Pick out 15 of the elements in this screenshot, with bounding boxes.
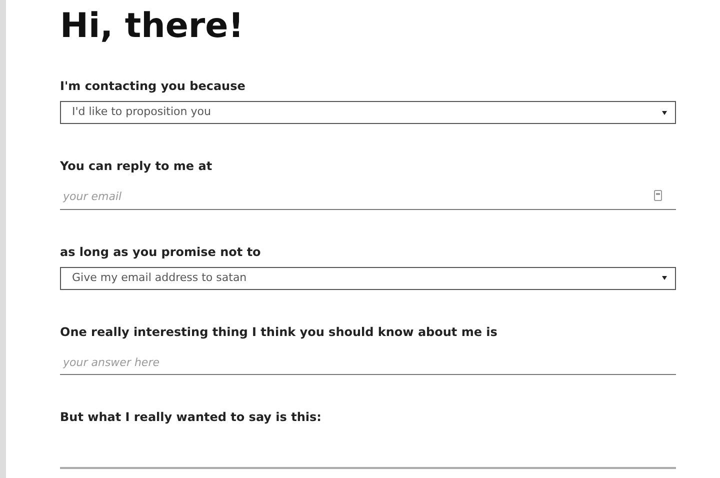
field-label: as long as you promise not to — [60, 244, 262, 260]
input-field[interactable]: your answer here — [60, 350, 676, 375]
input-field[interactable]: your email — [60, 184, 676, 210]
card-icon — [654, 190, 662, 201]
page-title: Hi, there! — [60, 5, 245, 48]
dropdown[interactable]: I'd like to proposition you — [60, 101, 676, 124]
field-label: You can reply to me at — [60, 158, 214, 174]
dropdown-value: I'd like to proposition you — [72, 104, 211, 120]
dropdown[interactable]: Give my email address to satan — [60, 266, 676, 290]
caret-icon — [662, 110, 667, 114]
field-label: But what I really wanted to say is this: — [60, 409, 322, 425]
dropdown-value: Give my email address to satan — [72, 270, 247, 286]
field-label: One really interesting thing I think you should know about me is — [60, 324, 498, 340]
caret-icon — [662, 276, 667, 280]
field-label: I'm contacting you because — [60, 78, 246, 94]
